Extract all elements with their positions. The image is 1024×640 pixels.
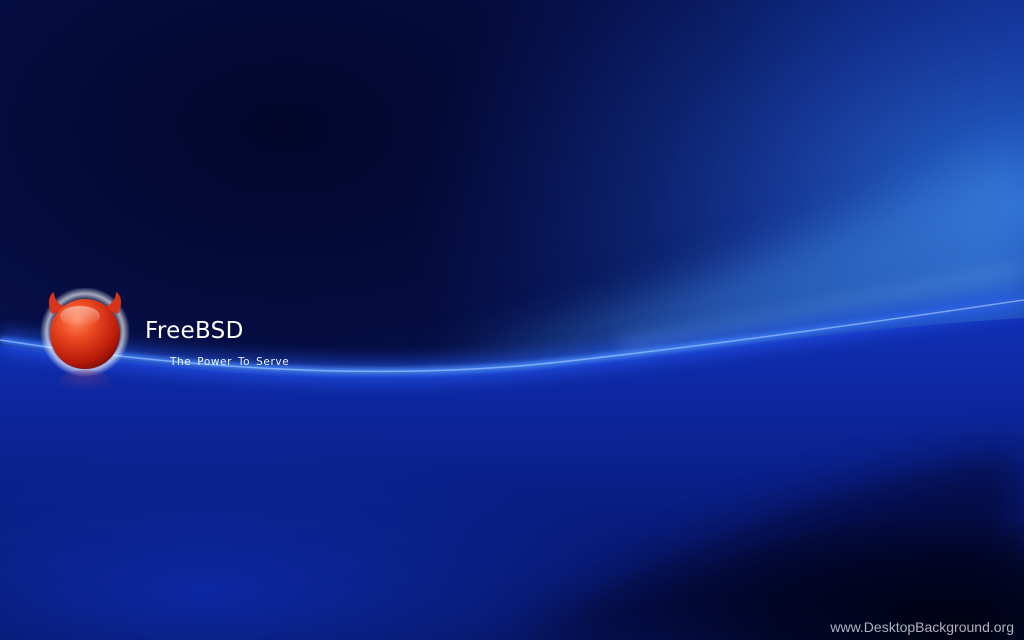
watermark-text: www.DesktopBackground.org — [830, 619, 1014, 635]
freebsd-daemon-icon — [40, 288, 130, 394]
brand-tagline: The Power To Serve — [170, 356, 290, 368]
brand-name: FreeBSD — [145, 318, 244, 344]
desktop-wallpaper: FreeBSD The Power To Serve www.DesktopBa… — [0, 0, 1024, 640]
